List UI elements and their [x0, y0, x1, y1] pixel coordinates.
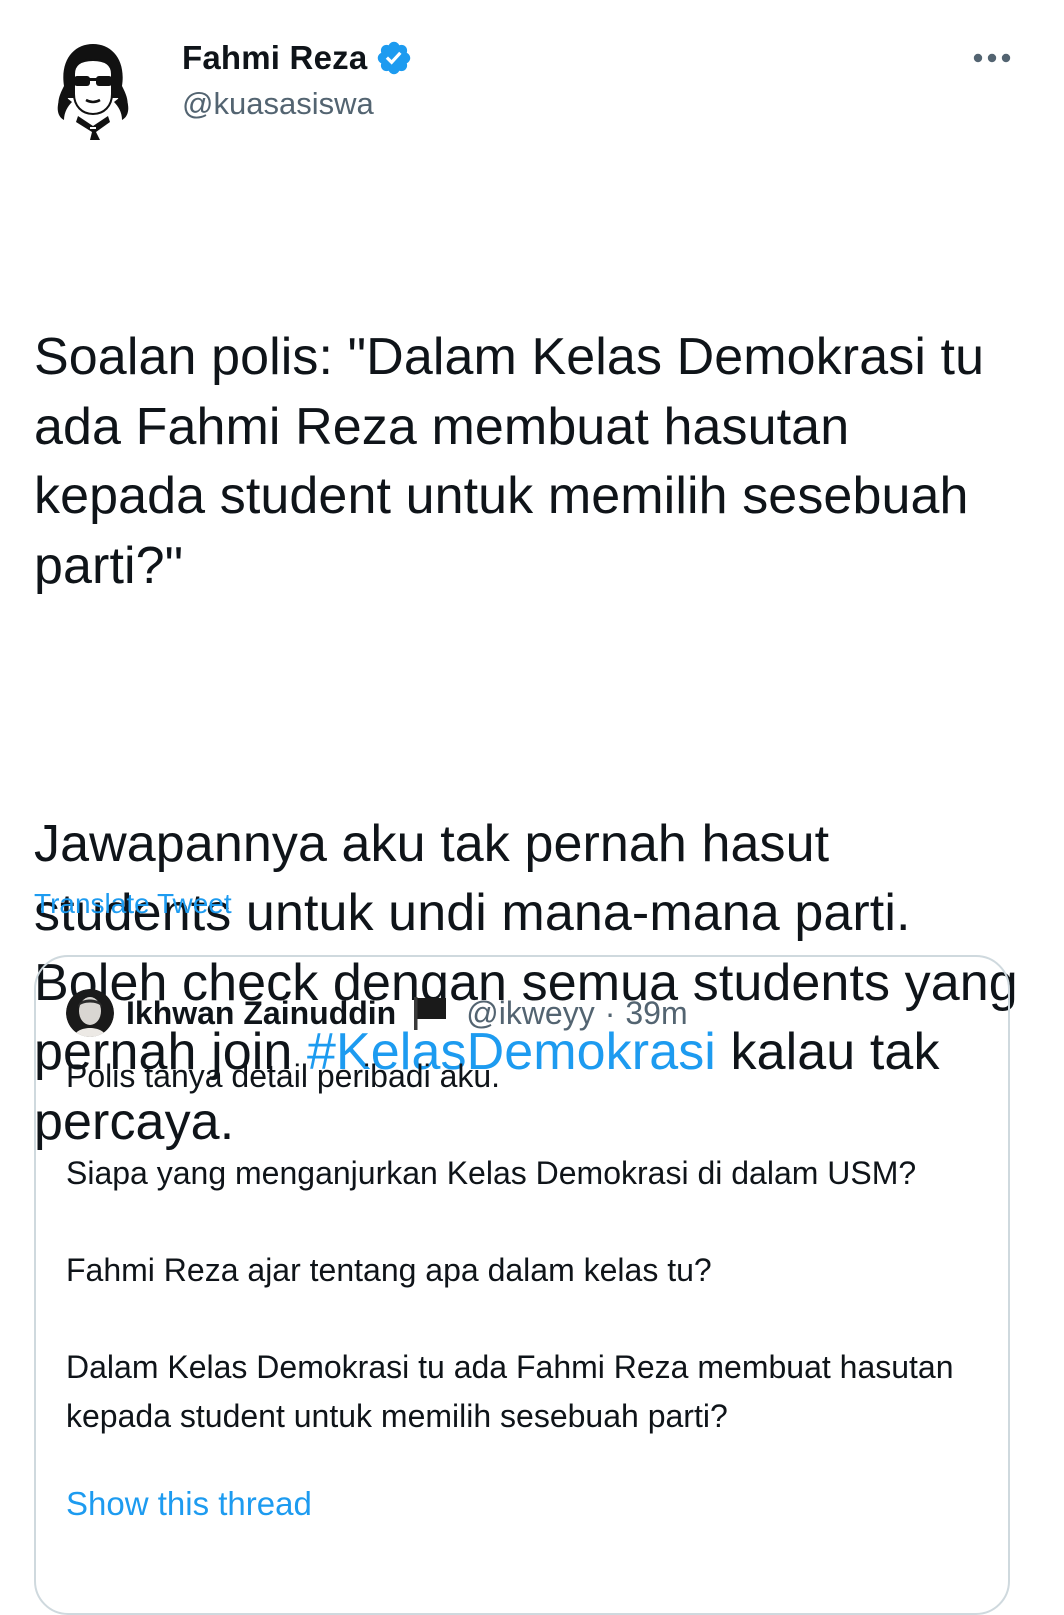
author-avatar[interactable]	[34, 28, 152, 146]
translate-tweet-link[interactable]: Translate Tweet	[34, 888, 232, 920]
author-handle[interactable]: @kuasasiswa	[182, 86, 374, 122]
quoted-paragraph: Polis tanya detail peribadi aku.	[66, 1058, 501, 1094]
quoted-paragraph: Siapa yang menganjurkan Kelas Demokrasi …	[66, 1155, 917, 1191]
black-flag-icon	[410, 995, 450, 1031]
quoted-author-handle[interactable]: @ikweyy	[466, 995, 595, 1032]
quoted-paragraph: Dalam Kelas Demokrasi tu ada Fahmi Reza …	[66, 1349, 954, 1434]
tweet: Fahmi Reza @kuasasiswa Soalan polis: "Da…	[0, 0, 1064, 1615]
author-display-name[interactable]: Fahmi Reza	[182, 39, 367, 77]
verified-badge-icon	[375, 39, 413, 77]
quoted-author-display-name[interactable]: Ikhwan Zainuddin	[126, 995, 396, 1032]
tweet-paragraph: Soalan polis: "Dalam Kelas Demokrasi tu …	[34, 328, 999, 595]
quoted-tweet-card[interactable]: Ikhwan Zainuddin @ikweyy · 39m Polis tan…	[34, 955, 1010, 1615]
portrait-photo-icon	[66, 989, 114, 1037]
author-name-row: Fahmi Reza	[182, 36, 413, 80]
quoted-tweet-header: Ikhwan Zainuddin @ikweyy · 39m	[66, 987, 688, 1039]
quoted-tweet-time[interactable]: 39m	[625, 995, 687, 1032]
separator-dot: ·	[604, 994, 616, 1031]
illustrated-portrait-icon	[34, 28, 152, 146]
more-options-icon	[973, 53, 1011, 63]
quoted-paragraph: Fahmi Reza ajar tentang apa dalam kelas …	[66, 1252, 712, 1288]
more-options-button[interactable]	[962, 36, 1022, 80]
show-thread-link[interactable]: Show this thread	[66, 1485, 312, 1523]
quoted-author-avatar[interactable]	[66, 989, 114, 1037]
quoted-tweet-text: Polis tanya detail peribadi aku. Siapa y…	[66, 1052, 986, 1440]
